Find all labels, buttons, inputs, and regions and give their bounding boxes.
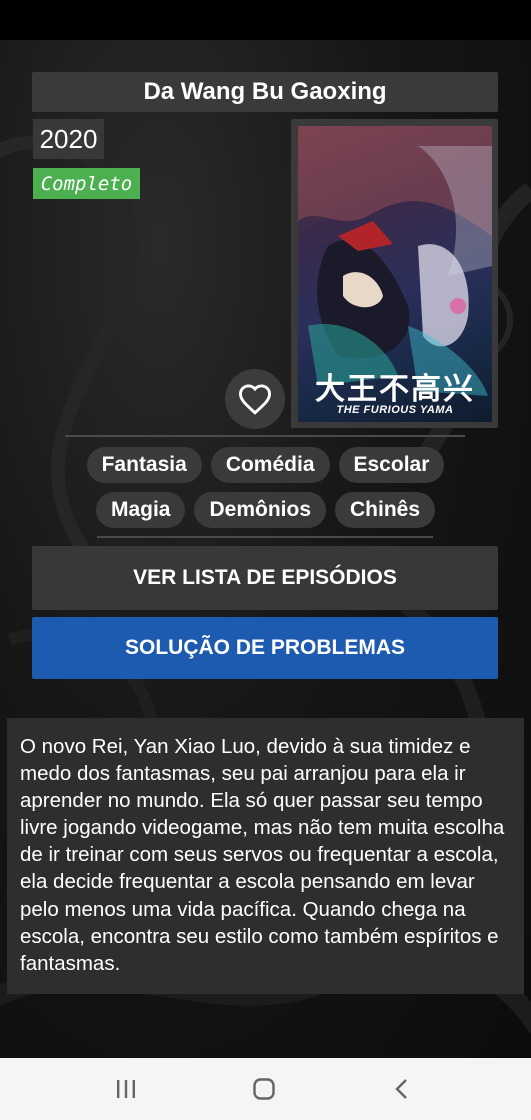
genre-tag[interactable]: Chinês (335, 492, 436, 528)
genre-tags-row-1: Fantasia Comédia Escolar (0, 447, 531, 483)
recents-button[interactable] (96, 1058, 156, 1120)
system-nav-bar (0, 1058, 531, 1120)
poster-title-en: THE FURIOUS YAMA (336, 404, 454, 416)
heart-outline-icon (238, 384, 272, 415)
status-bar (0, 0, 531, 40)
genre-tag[interactable]: Escolar (338, 447, 445, 483)
episode-list-button[interactable]: VER LISTA DE EPISÓDIOS (32, 546, 498, 610)
divider-top (65, 435, 465, 437)
anime-title: Da Wang Bu Gaoxing (143, 78, 387, 105)
synopsis: O novo Rei, Yan Xiao Luo, devido à sua t… (7, 718, 524, 994)
genre-tag[interactable]: Fantasia (86, 447, 202, 483)
recents-icon (117, 1080, 135, 1098)
back-button[interactable] (372, 1058, 432, 1120)
status-badge: Completo (33, 168, 140, 199)
genre-tag[interactable]: Comédia (210, 447, 330, 483)
home-icon (253, 1078, 275, 1100)
home-button[interactable] (234, 1058, 294, 1120)
poster-title-cjk: 大王不高兴 (315, 373, 475, 406)
anime-poster[interactable]: 大王不高兴 THE FURIOUS YAMA (298, 126, 492, 422)
divider-bottom (97, 536, 433, 538)
favorite-button[interactable] (225, 369, 285, 429)
back-icon (395, 1079, 407, 1099)
genre-tag[interactable]: Demônios (194, 492, 326, 528)
genre-tag[interactable]: Magia (95, 492, 186, 528)
troubleshooting-button[interactable]: SOLUÇÃO DE PROBLEMAS (32, 617, 498, 679)
anime-title-bar: Da Wang Bu Gaoxing (32, 72, 498, 112)
release-year: 2020 (33, 119, 104, 159)
genre-tags-row-2: Magia Demônios Chinês (0, 492, 531, 528)
